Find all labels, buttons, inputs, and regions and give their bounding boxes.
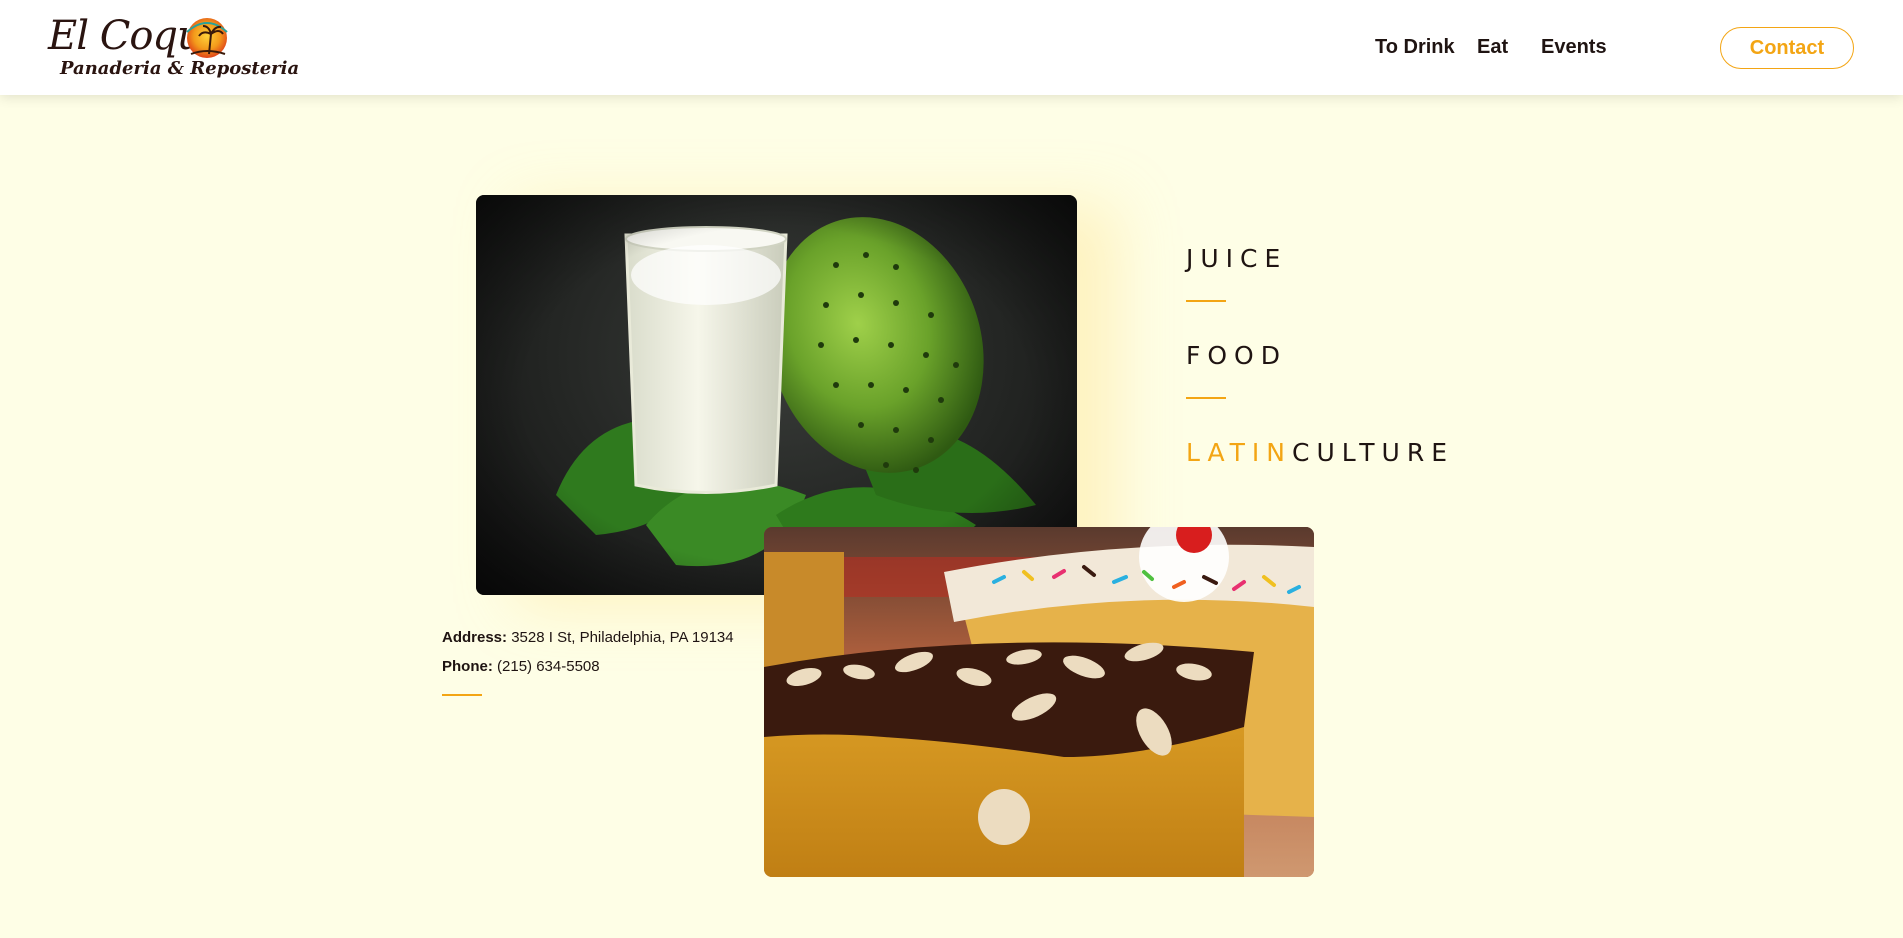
palm-sunset-icon xyxy=(186,18,228,58)
phone-label: Phone: xyxy=(442,658,493,675)
nav-item-events[interactable]: Events xyxy=(1541,35,1607,59)
nav-item-to-drink[interactable]: To Drink xyxy=(1375,35,1455,59)
category-latin-culture: LATINCULTURE xyxy=(1186,438,1454,468)
category-latin-prefix: LATIN xyxy=(1186,438,1293,467)
cake-photo xyxy=(764,527,1314,877)
phone-value[interactable]: (215) 634-5508 xyxy=(497,658,600,675)
category-divider xyxy=(1186,397,1226,399)
category-juice: JUICE xyxy=(1186,244,1288,273)
chocolate-almond-cake-image xyxy=(764,527,1314,877)
address-line: Address: 3528 I St, Philadelphia, PA 191… xyxy=(442,628,734,648)
address-value: 3528 I St, Philadelphia, PA 19134 xyxy=(511,629,734,646)
brand-tagline: Panaderia & Reposteria xyxy=(60,58,300,79)
site-header: El Coqui Panaderia & Reposteria To Drink… xyxy=(0,0,1903,95)
category-divider xyxy=(1186,300,1226,302)
brand-logo[interactable]: El Coqui Panaderia & Reposteria xyxy=(48,10,299,86)
nav-item-eat[interactable]: Eat xyxy=(1477,35,1508,59)
info-divider xyxy=(442,694,482,696)
category-latin-suffix: CULTURE xyxy=(1292,438,1454,467)
phone-line: Phone: (215) 634-5508 xyxy=(442,657,600,677)
category-food: FOOD xyxy=(1186,341,1287,370)
contact-button[interactable]: Contact xyxy=(1720,27,1854,69)
address-label: Address: xyxy=(442,629,508,646)
